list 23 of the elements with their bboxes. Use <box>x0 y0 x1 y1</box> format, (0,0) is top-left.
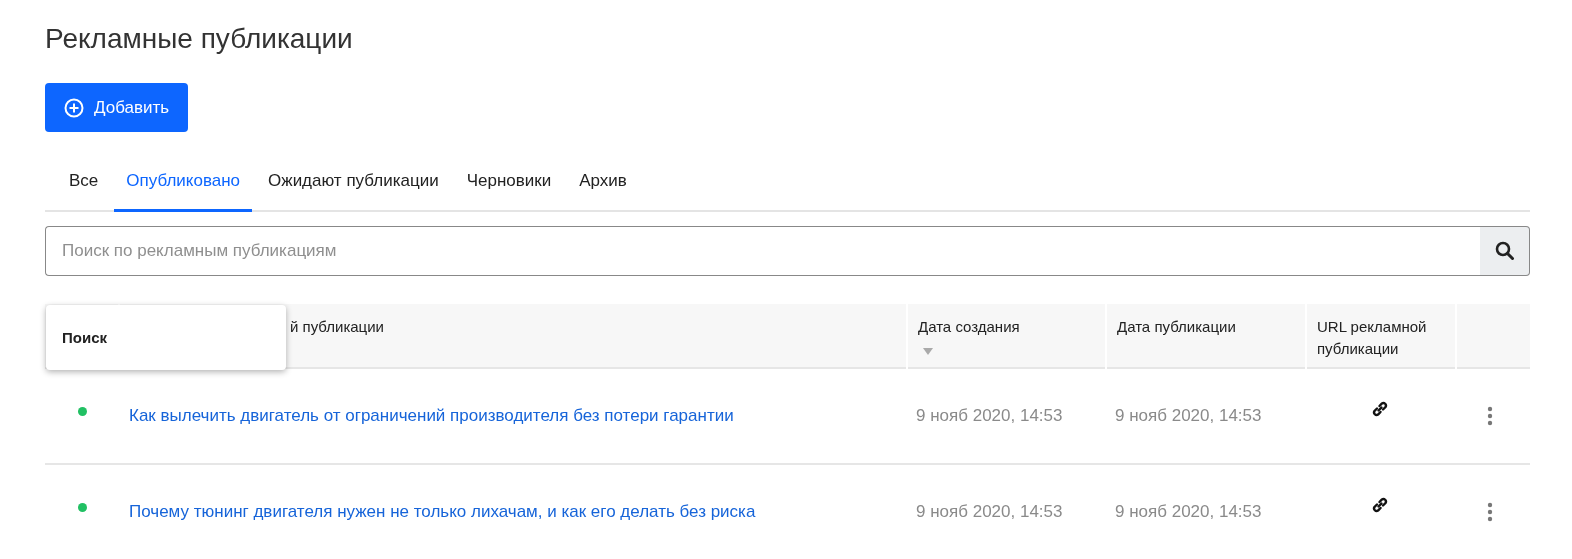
search-suggestion[interactable]: Поиск <box>62 328 107 346</box>
tab[interactable]: Черновики <box>454 158 564 212</box>
tab[interactable]: Все <box>57 158 111 212</box>
link-icon[interactable] <box>1371 399 1389 418</box>
table-cell-text: 9 нояб 2020, 14:53 <box>915 501 1063 521</box>
more-icon[interactable] <box>1487 501 1493 522</box>
column-header[interactable]: й публикации <box>290 315 384 338</box>
page-title: Рекламные публикации <box>45 22 354 56</box>
tab[interactable]: Опубликовано <box>114 158 253 212</box>
table-cell-text: 9 нояб 2020, 14:53 <box>1114 405 1262 425</box>
column-header[interactable]: Дата публикации <box>1117 315 1236 338</box>
table-cell-text: 9 нояб 2020, 14:53 <box>1114 501 1262 521</box>
add-button[interactable]: Добавить <box>45 83 189 132</box>
publication-link[interactable]: Как вылечить двигатель от ограничений производителя без потери гарантии <box>118 405 734 425</box>
more-icon[interactable] <box>1487 405 1493 426</box>
publication-link[interactable]: Почему тюнинг двигателя нужен не только лихачам, и как его делать без риска <box>118 501 756 521</box>
tab[interactable]: Архив <box>567 158 639 212</box>
tab[interactable]: Ожидают публикации <box>256 158 451 212</box>
column-header[interactable]: Дата создания <box>918 315 1020 338</box>
link-icon[interactable] <box>1371 495 1389 514</box>
plus-circle-icon <box>64 97 84 118</box>
column-header[interactable]: URL рекламной публикации <box>1317 315 1445 360</box>
table-cell-text: 9 нояб 2020, 14:53 <box>915 405 1063 425</box>
